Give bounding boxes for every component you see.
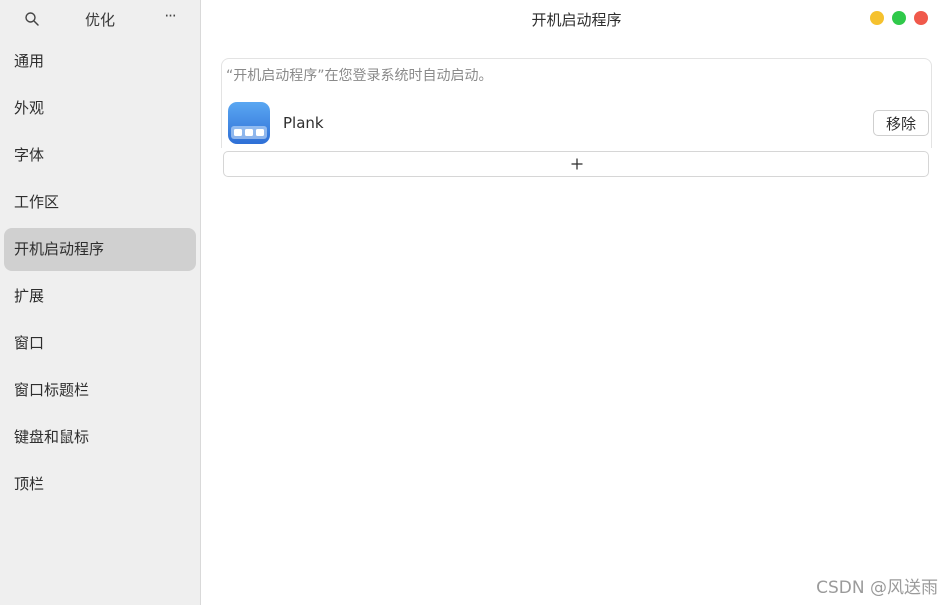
sidebar-item-appearance[interactable]: 外观 (4, 87, 196, 130)
remove-button[interactable]: 移除 (873, 110, 929, 136)
sidebar-item-startup-apps[interactable]: 开机启动程序 (4, 228, 196, 271)
sidebar-nav: 通用 外观 字体 工作区 开机启动程序 扩展 窗口 窗口标题栏 键盘和鼠标 顶栏 (4, 40, 196, 510)
close-button[interactable] (914, 11, 928, 25)
maximize-button[interactable] (892, 11, 906, 25)
sidebar-item-windows[interactable]: 窗口 (4, 322, 196, 365)
plank-icon (228, 102, 270, 144)
sidebar-item-keyboard-mouse[interactable]: 键盘和鼠标 (4, 416, 196, 459)
sidebar-item-general[interactable]: 通用 (4, 40, 196, 83)
sidebar-item-top-bar[interactable]: 顶栏 (4, 463, 196, 506)
app-name: Plank (283, 114, 324, 132)
sidebar-header: 优化 ··· (0, 0, 200, 38)
watermark: CSDN @风送雨 (816, 578, 938, 598)
minimize-button[interactable] (870, 11, 884, 25)
window-controls (870, 11, 928, 25)
sidebar-item-workspaces[interactable]: 工作区 (4, 181, 196, 224)
startup-apps-list: “开机启动程序”在您登录系统时自动启动。 Plank 移除 (221, 58, 932, 148)
sidebar-item-window-titlebars[interactable]: 窗口标题栏 (4, 369, 196, 412)
more-options-icon[interactable]: ··· (160, 7, 180, 27)
sidebar-item-extensions[interactable]: 扩展 (4, 275, 196, 318)
sidebar-item-fonts[interactable]: 字体 (4, 134, 196, 177)
startup-description: “开机启动程序”在您登录系统时自动启动。 (226, 68, 493, 84)
plus-icon (571, 158, 583, 170)
sidebar: 优化 ··· 通用 外观 字体 工作区 开机启动程序 扩展 窗口 窗口标题栏 键… (0, 0, 201, 605)
sidebar-title: 优化 (84, 11, 115, 29)
main-panel: 开机启动程序 “开机启动程序”在您登录系统时自动启动。 Plank 移除 CSD… (201, 0, 952, 605)
page-title: 开机启动程序 (531, 11, 622, 29)
add-startup-app-button[interactable] (223, 151, 929, 177)
search-icon[interactable] (24, 11, 40, 27)
